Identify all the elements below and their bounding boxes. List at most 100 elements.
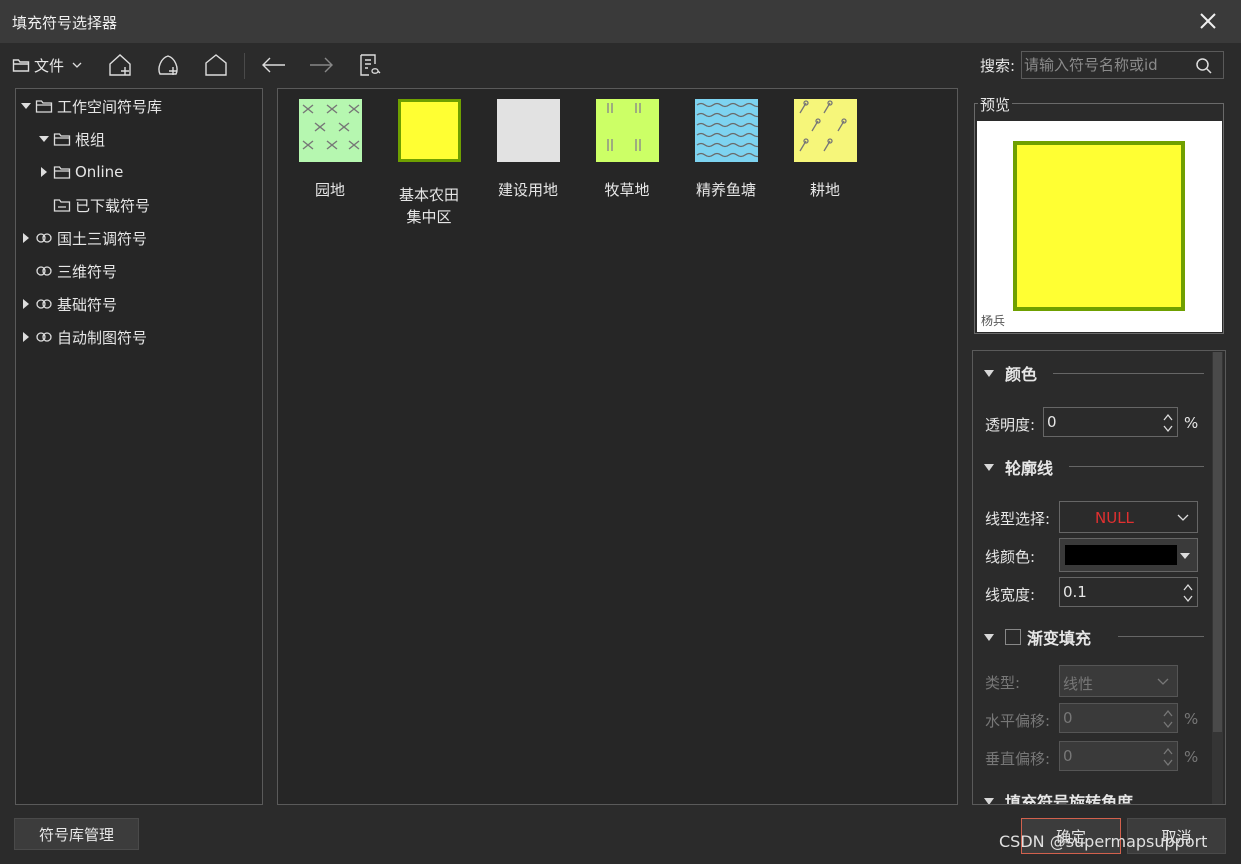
add-symbol-button[interactable] [155,51,181,79]
v-offset-input[interactable] [1063,746,1163,766]
line-width-spinner [1059,577,1198,607]
search-input[interactable] [1024,54,1184,76]
properties-scrollbar[interactable] [1212,352,1223,804]
folder-icon [12,59,30,72]
pasture-pattern-icon [595,99,659,162]
add-shape-icon [158,55,178,75]
transparency-input[interactable] [1047,412,1147,432]
back-button[interactable] [260,51,288,79]
tree-item-auto-mapping[interactable]: 自动制图符号 [20,325,147,349]
line-width-input[interactable] [1063,582,1163,602]
symbol-item-fishpond[interactable]: 精养鱼塘 [680,99,772,201]
spinner-arrows-icon[interactable] [1161,411,1175,435]
preview-canvas: 杨兵 [977,121,1222,332]
folder-icon [35,100,53,113]
collapse-triangle-icon [984,633,994,641]
link-icon [36,266,52,276]
symbol-label: 建设用地 [497,181,558,199]
search-box [1021,51,1224,79]
section-gradient[interactable]: 渐变填充 [984,626,1091,648]
symbol-item-pasture[interactable]: 牧草地 [581,99,673,201]
fishpond-pattern-icon [694,99,761,162]
folder-icon [53,166,71,179]
spinner-arrows-icon[interactable] [1161,745,1175,769]
document-button[interactable] [356,51,382,79]
symbol-library-manage-button[interactable]: 符号库管理 [14,818,139,850]
title-bar: 填充符号选择器 [0,0,1241,43]
spinner-arrows-icon[interactable] [1161,707,1175,731]
percent-sign: % [1184,748,1199,766]
line-type-combo[interactable]: NULL [1059,501,1198,533]
arrow-right-icon [310,57,333,73]
collapse-triangle-icon [984,369,994,377]
symbol-item-orchard[interactable]: 园地 [284,99,376,201]
tree-item-workspace[interactable]: 工作空间符号库 [20,94,162,118]
section-color[interactable]: 颜色 [984,362,1037,384]
preview-caption: 杨兵 [981,314,1006,328]
h-offset-input[interactable] [1063,708,1163,728]
search-label: 搜索: [980,57,1016,75]
chevron-down-icon [1177,514,1189,521]
collapsed-triangle-icon [23,332,29,342]
dropdown-triangle-icon [1180,553,1190,559]
folder-icon [53,199,71,212]
construction-pattern-icon [496,99,560,162]
collapsed-triangle-icon [23,233,29,243]
symbol-item-cultivated[interactable]: 耕地 [779,99,871,201]
tree-item-3d[interactable]: 三维符号 [35,259,117,283]
line-color-label: 线颜色: [985,548,1036,566]
transparency-spinner [1043,407,1178,437]
collapsed-triangle-icon [23,299,29,309]
tree-item-basic[interactable]: 基础符号 [20,292,117,316]
gradient-type-value: 线性 [1063,675,1094,693]
document-list-icon [360,54,381,76]
gradient-type-label: 类型: [985,674,1021,692]
preview-fill-square [1013,141,1185,311]
toolbar: 文件 搜索: [0,43,1241,87]
symbol-item-basic-farmland[interactable]: 基本农田集中区 [383,99,475,228]
folder-icon [53,133,71,146]
gradient-checkbox[interactable] [1005,629,1021,645]
close-button[interactable] [1197,10,1219,32]
file-menu-button[interactable]: 文件 [12,51,84,79]
home-button[interactable] [203,51,229,79]
link-icon [36,233,52,243]
section-outline[interactable]: 轮廓线 [984,456,1053,478]
percent-sign: % [1184,710,1199,728]
tree-item-root-group[interactable]: 根组 [38,127,105,151]
link-icon [36,332,52,342]
line-color-picker[interactable] [1059,538,1198,572]
watermark-text: CSDN @supermapsupport [999,832,1208,851]
symbol-grid: 园地 基本农田集中区 建设用地 牧草地 精养鱼塘 耕地 [277,88,958,805]
file-menu-label: 文件 [34,56,65,75]
forward-button[interactable] [307,51,335,79]
scrollbar-thumb[interactable] [1213,352,1222,732]
search-icon[interactable] [1195,57,1213,75]
spinner-arrows-icon[interactable] [1181,581,1195,605]
link-icon [36,299,52,309]
symbol-label: 耕地 [809,181,840,199]
line-type-label: 线型选择: [985,510,1051,528]
tree-item-land-survey[interactable]: 国土三调符号 [20,226,147,250]
add-group-button[interactable] [107,51,133,79]
farmland-pattern-icon [397,99,461,162]
symbol-label: 牧草地 [604,181,650,199]
percent-sign: % [1184,414,1199,432]
tree-item-online[interactable]: Online [38,160,123,184]
house-icon [205,54,227,76]
transparency-label: 透明度: [985,416,1036,434]
gradient-type-combo[interactable]: 线性 [1059,665,1178,697]
collapse-triangle-icon [984,797,994,804]
symbol-label: 精养鱼塘 [695,181,756,199]
section-rotation-clip: 填充符号旋转角度 [973,790,1211,804]
symbol-library-tree: 工作空间符号库 根组 Online 已下载符号 国土三调符号 三维符号 基础符号… [15,88,263,805]
symbol-item-construction[interactable]: 建设用地 [482,99,574,201]
window-title: 填充符号选择器 [12,14,118,32]
line-width-label: 线宽度: [985,586,1036,604]
section-divider [1069,466,1204,467]
section-rotation[interactable]: 填充符号旋转角度 [984,790,1133,804]
collapse-triangle-icon [984,463,994,471]
tree-item-downloaded[interactable]: 已下载符号 [53,193,150,217]
line-color-swatch [1065,545,1177,565]
v-offset-label: 垂直偏移: [985,750,1051,768]
